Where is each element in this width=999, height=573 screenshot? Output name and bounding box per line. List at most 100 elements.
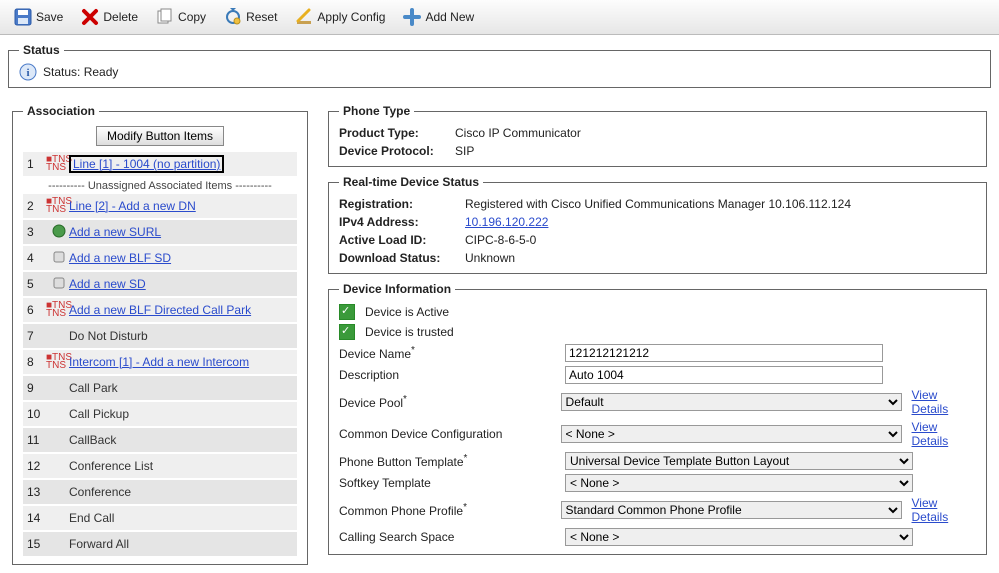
- row-label[interactable]: Intercom [1] - Add a new Intercom: [69, 355, 249, 369]
- row-label[interactable]: Add a new SD: [69, 277, 146, 291]
- delete-label: Delete: [103, 10, 138, 24]
- row-number: 15: [27, 537, 49, 551]
- realtime-status-legend: Real-time Device Status: [339, 175, 483, 189]
- row-number: 7: [27, 329, 49, 343]
- row-label[interactable]: Add a new BLF Directed Call Park: [69, 303, 251, 317]
- device-info-legend: Device Information: [339, 282, 455, 296]
- row-number: 5: [27, 277, 49, 291]
- globe-icon: [52, 224, 66, 241]
- device-protocol-label: Device Protocol:: [339, 144, 434, 158]
- row-icon-cell: ■TNSTNS: [49, 198, 69, 214]
- view-details-link[interactable]: View Details: [912, 496, 976, 524]
- row-label: Do Not Disturb: [69, 329, 148, 343]
- row-number: 4: [27, 251, 49, 265]
- svg-text:i: i: [26, 67, 29, 79]
- association-row: 15 Forward All: [23, 532, 297, 558]
- row-icon-cell: [49, 276, 69, 293]
- row-number: 14: [27, 511, 49, 525]
- apply-config-button[interactable]: Apply Config: [287, 5, 393, 29]
- device-trusted-text: Device is trusted: [365, 325, 454, 339]
- device-active-text: Device is Active: [365, 305, 449, 319]
- download-status-value: Unknown: [465, 251, 515, 265]
- product-type-value: Cisco IP Communicator: [455, 126, 581, 140]
- reset-button[interactable]: Reset: [216, 5, 285, 29]
- row-icon-cell: ■TNSTNS: [49, 302, 69, 318]
- status-fieldset: Status i Status: Ready: [8, 43, 991, 88]
- association-row: 3 Add a new SURL: [23, 220, 297, 246]
- status-text: Status: Ready: [43, 65, 118, 79]
- row-label: End Call: [69, 511, 114, 525]
- save-label: Save: [36, 10, 63, 24]
- row-number: 12: [27, 459, 49, 473]
- add-new-label: Add New: [425, 10, 474, 24]
- reset-label: Reset: [246, 10, 277, 24]
- association-row: 4 Add a new BLF SD: [23, 246, 297, 272]
- view-details-link[interactable]: View Details: [912, 388, 976, 416]
- softkey-template-select[interactable]: < None >: [565, 474, 913, 492]
- download-status-label: Download Status:: [339, 251, 440, 265]
- ipv4-link[interactable]: 10.196.120.222: [465, 215, 548, 229]
- reset-icon: [224, 8, 242, 26]
- active-load-value: CIPC-8-6-5-0: [465, 233, 536, 247]
- description-label: Description: [339, 368, 399, 382]
- modify-button-items[interactable]: Modify Button Items: [96, 126, 224, 146]
- cdc-select[interactable]: < None >: [561, 425, 902, 443]
- calling-search-space-select[interactable]: < None >: [565, 528, 913, 546]
- association-row: 7 Do Not Disturb: [23, 324, 297, 350]
- device-pool-select[interactable]: Default: [561, 393, 902, 411]
- row-number: 11: [27, 433, 49, 447]
- phone-type-fieldset: Phone Type Product Type: Cisco IP Commun…: [328, 104, 987, 167]
- row-number: 10: [27, 407, 49, 421]
- association-row: 14 End Call: [23, 506, 297, 532]
- copy-button[interactable]: Copy: [148, 5, 214, 29]
- status-legend: Status: [19, 43, 64, 57]
- association-legend: Association: [23, 104, 99, 118]
- row-label: Conference: [69, 485, 131, 499]
- row-label: Call Park: [69, 381, 118, 395]
- ipv4-label: IPv4 Address:: [339, 215, 419, 229]
- delete-icon: [81, 8, 99, 26]
- association-row: 1■TNSTNSLine [1] - 1004 (no partition): [23, 152, 297, 178]
- delete-button[interactable]: Delete: [73, 5, 146, 29]
- softkey-template-label: Softkey Template: [339, 476, 431, 490]
- association-row: 8■TNSTNSIntercom [1] - Add a new Interco…: [23, 350, 297, 376]
- row-label: Forward All: [69, 537, 129, 551]
- save-button[interactable]: Save: [6, 5, 71, 29]
- active-load-label: Active Load ID:: [339, 233, 426, 247]
- row-label[interactable]: Add a new BLF SD: [69, 251, 171, 265]
- apply-label: Apply Config: [317, 10, 385, 24]
- row-label[interactable]: Line [2] - Add a new DN: [69, 199, 196, 213]
- device-info-fieldset: Device Information Device is Active Devi…: [328, 282, 987, 555]
- registration-value: Registered with Cisco Unified Communicat…: [465, 197, 851, 211]
- description-input[interactable]: [565, 366, 883, 384]
- apply-icon: [295, 8, 313, 26]
- unassigned-separator: ---------- Unassigned Associated Items -…: [23, 178, 297, 194]
- info-icon: i: [19, 63, 37, 81]
- row-label[interactable]: Line [1] - 1004 (no partition): [73, 157, 220, 171]
- row-number: 9: [27, 381, 49, 395]
- phone-button-template-label: Phone Button Template: [339, 455, 467, 469]
- common-phone-profile-select[interactable]: Standard Common Phone Profile: [561, 501, 902, 519]
- row-number: 3: [27, 225, 49, 239]
- association-row: 11CallBack: [23, 428, 297, 454]
- phone-icon: [52, 250, 66, 267]
- calling-search-space-label: Calling Search Space: [339, 530, 454, 544]
- association-list: 1■TNSTNSLine [1] - 1004 (no partition)--…: [23, 152, 297, 558]
- add-new-button[interactable]: Add New: [395, 5, 482, 29]
- toolbar: Save Delete Copy Reset Apply Config Add …: [0, 0, 999, 35]
- phone-icon: [52, 276, 66, 293]
- row-label[interactable]: Add a new SURL: [69, 225, 161, 239]
- association-row: 5 Add a new SD: [23, 272, 297, 298]
- row-icon-cell: [49, 224, 69, 241]
- view-details-link[interactable]: View Details: [912, 420, 976, 448]
- phone-type-legend: Phone Type: [339, 104, 414, 118]
- association-row: 9 Call Park: [23, 376, 297, 402]
- device-name-input[interactable]: [565, 344, 883, 362]
- row-icon-cell: [49, 250, 69, 267]
- device-protocol-value: SIP: [455, 144, 474, 158]
- registration-label: Registration:: [339, 197, 413, 211]
- association-row: 6■TNSTNSAdd a new BLF Directed Call Park: [23, 298, 297, 324]
- association-row: 2■TNSTNSLine [2] - Add a new DN: [23, 194, 297, 220]
- row-icon-cell: ■TNSTNS: [49, 354, 69, 370]
- phone-button-template-select[interactable]: Universal Device Template Button Layout: [565, 452, 913, 470]
